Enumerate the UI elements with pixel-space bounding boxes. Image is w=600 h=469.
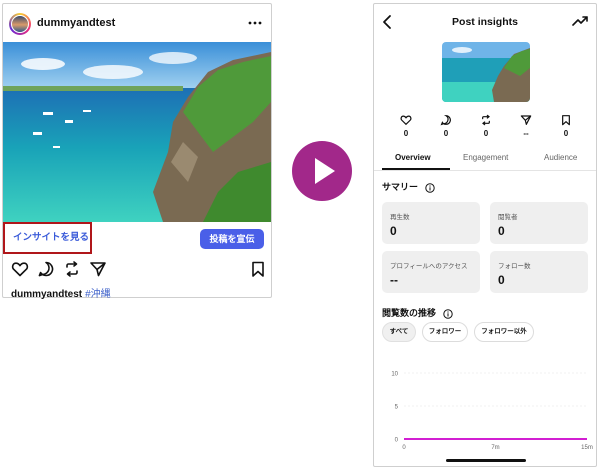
tab-engagement[interactable]: Engagement xyxy=(463,153,508,162)
tab-overview[interactable]: Overview xyxy=(395,153,431,162)
home-indicator xyxy=(446,459,526,462)
metric-value: -- xyxy=(390,273,398,287)
post-header: dummyandtest xyxy=(3,4,271,42)
stat-shares: -- xyxy=(506,114,546,138)
repost-icon xyxy=(482,114,490,126)
comment-icon[interactable] xyxy=(37,260,55,278)
stat-value: 0 xyxy=(403,129,409,138)
instagram-post-card: dummyandtest インサイトを見る 投稿を宣伝 dummyandtest… xyxy=(2,3,272,300)
heart-icon xyxy=(400,115,412,126)
insights-header: Post insights xyxy=(374,4,596,40)
stat-value: 0 xyxy=(563,129,569,138)
x-tick-label: 7m xyxy=(491,445,499,451)
metric-card-profile-visits: プロフィールへのアクセス -- xyxy=(382,251,480,293)
engagement-stats-row: 0 0 0 -- 0 xyxy=(374,114,596,144)
post-thumbnail xyxy=(442,42,530,102)
metric-label: 再生数 xyxy=(390,214,410,221)
info-icon[interactable] xyxy=(442,308,453,319)
stat-value: 0 xyxy=(483,129,489,138)
y-tick-label: 0 xyxy=(395,438,399,444)
promote-post-button[interactable]: 投稿を宣伝 xyxy=(200,229,264,249)
post-insights-screen: Post insights 0 0 0 -- 0 Overview Engage… xyxy=(373,3,597,467)
metric-value: 0 xyxy=(498,224,505,238)
filter-chip-followers[interactable]: フォロワー xyxy=(422,322,468,342)
like-heart-icon[interactable] xyxy=(11,260,29,278)
caption-username[interactable]: dummyandtest xyxy=(11,289,82,300)
metric-card-plays: 再生数 0 xyxy=(382,202,480,244)
more-options-icon[interactable] xyxy=(247,16,263,30)
summary-heading: サマリー xyxy=(382,180,435,193)
filter-chip-non-followers[interactable]: フォロワー以外 xyxy=(474,322,534,342)
post-action-strip: インサイトを見る 投稿を宣伝 xyxy=(3,222,271,254)
tab-audience[interactable]: Audience xyxy=(544,153,577,162)
caption-hashtag[interactable]: #沖縄 xyxy=(85,289,111,300)
stat-reposts: 0 xyxy=(466,114,506,138)
x-tick-label: 15m xyxy=(581,445,593,451)
share-send-icon[interactable] xyxy=(89,260,107,278)
info-icon[interactable] xyxy=(424,182,435,193)
metric-label: 閲覧者 xyxy=(498,214,518,221)
trending-up-icon[interactable] xyxy=(572,14,588,28)
x-tick-label: 0 xyxy=(402,445,406,451)
play-button[interactable] xyxy=(292,141,352,201)
avatar[interactable] xyxy=(9,13,31,35)
views-trend-heading: 閲覧数の推移 xyxy=(382,306,453,319)
share-icon xyxy=(520,115,532,125)
post-photo xyxy=(3,42,271,222)
bookmark-icon[interactable] xyxy=(249,260,267,278)
repost-icon[interactable] xyxy=(63,260,81,278)
post-caption: dummyandtest #沖縄 xyxy=(11,285,111,300)
y-tick-label: 10 xyxy=(391,372,398,378)
metric-card-follows: フォロー数 0 xyxy=(490,251,588,293)
stat-saves: 0 xyxy=(546,114,586,138)
view-insights-link[interactable]: インサイトを見る xyxy=(3,222,92,254)
bookmark-icon xyxy=(562,115,570,126)
active-tab-indicator xyxy=(382,168,450,170)
stat-likes: 0 xyxy=(386,114,426,138)
metric-label: フォロー数 xyxy=(498,263,531,270)
comment-icon xyxy=(440,115,451,126)
stat-value: 0 xyxy=(443,129,449,138)
insights-tabs: Overview Engagement Audience xyxy=(374,149,596,171)
stat-value: -- xyxy=(523,129,529,138)
metric-label: プロフィールへのアクセス xyxy=(390,263,468,270)
play-icon xyxy=(315,158,335,184)
post-icon-row xyxy=(3,260,271,282)
page-title: Post insights xyxy=(452,16,518,28)
filter-chip-all[interactable]: すべて xyxy=(382,322,416,342)
metric-card-viewers: 閲覧者 0 xyxy=(490,202,588,244)
post-username[interactable]: dummyandtest xyxy=(37,17,115,29)
stat-comments: 0 xyxy=(426,114,466,138)
y-tick-label: 5 xyxy=(395,405,399,411)
views-trend-title: 閲覧数の推移 xyxy=(382,308,437,318)
summary-title: サマリー xyxy=(382,182,419,192)
metric-value: 0 xyxy=(498,273,505,287)
metric-value: 0 xyxy=(390,224,397,238)
views-trend-chart: 10 5 00 7m 15m xyxy=(391,372,593,452)
